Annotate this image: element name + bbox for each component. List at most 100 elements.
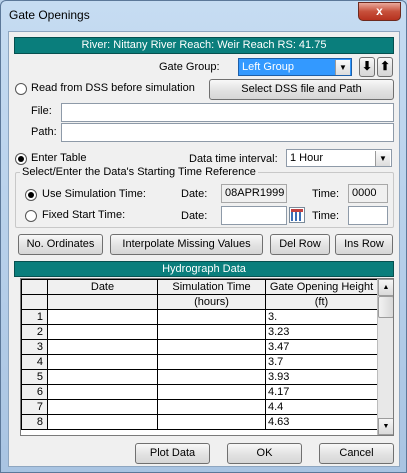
sim-time-cell[interactable] — [157, 414, 266, 430]
sim-date-label: Date: — [181, 188, 208, 200]
sim-time-cell[interactable] — [157, 384, 266, 400]
read-dss-radio[interactable] — [15, 83, 27, 95]
table-row[interactable]: 7 4.4 — [21, 399, 378, 415]
gate-group-value: Left Group — [242, 61, 294, 73]
read-dss-label: Read from DSS before simulation — [31, 82, 195, 94]
gate-height-cell[interactable]: 3.7 — [265, 354, 378, 370]
enter-table-label: Enter Table — [31, 152, 87, 164]
del-row-button[interactable]: Del Row — [270, 234, 330, 255]
row-number-cell: 2 — [21, 324, 48, 340]
file-label: File: — [31, 105, 52, 117]
close-button[interactable]: x — [358, 2, 401, 21]
location-header: River: Nittany River Reach: Weir Reach R… — [14, 37, 394, 54]
cancel-button[interactable]: Cancel — [319, 443, 394, 464]
select-dss-button[interactable]: Select DSS file and Path — [209, 79, 394, 100]
table-row[interactable]: 1 3. — [21, 309, 378, 325]
date-cell[interactable] — [47, 369, 158, 385]
column-header-date[interactable]: Date — [47, 279, 158, 295]
gate-height-cell[interactable]: 4.63 — [265, 414, 378, 430]
hydrograph-table: Date Simulation Time Gate Opening Height… — [21, 279, 378, 430]
scroll-up-icon: ▲ — [382, 284, 390, 291]
table-row[interactable]: 6 4.17 — [21, 384, 378, 400]
sim-date-field: 08APR1999 — [221, 184, 287, 203]
fixed-start-radio[interactable] — [25, 210, 37, 222]
table-row[interactable]: 2 3.23 — [21, 324, 378, 340]
column-header-sim-time[interactable]: Simulation Time — [157, 279, 266, 295]
enter-table-radio[interactable] — [15, 153, 27, 165]
time-reference-legend: Select/Enter the Data's Starting Time Re… — [22, 166, 256, 178]
use-sim-time-radio[interactable] — [25, 189, 37, 201]
chevron-down-icon[interactable]: ▼ — [375, 151, 390, 166]
cancel-label: Cancel — [339, 447, 374, 459]
fixed-time-label: Time: — [312, 210, 340, 222]
date-cell[interactable] — [47, 384, 158, 400]
row-number-cell: 4 — [21, 354, 48, 370]
gate-height-cell[interactable]: 4.17 — [265, 384, 378, 400]
ins-row-button[interactable]: Ins Row — [335, 234, 393, 255]
corner-cell — [21, 294, 48, 310]
sim-time-cell[interactable] — [157, 339, 266, 355]
date-cell[interactable] — [47, 399, 158, 415]
row-number-cell: 1 — [21, 309, 48, 325]
gate-height-cell[interactable]: 3.47 — [265, 339, 378, 355]
date-cell[interactable] — [47, 354, 158, 370]
ok-button[interactable]: OK — [227, 443, 302, 464]
fixed-start-label: Fixed Start Time: — [42, 209, 126, 221]
calendar-button[interactable] — [289, 207, 305, 223]
sim-time-cell[interactable] — [157, 324, 266, 340]
interpolate-button[interactable]: Interpolate Missing Values — [110, 234, 263, 255]
close-icon: x — [376, 4, 383, 18]
row-number-cell: 5 — [21, 369, 48, 385]
file-input[interactable] — [61, 103, 394, 122]
unit-row: (hours) (ft) — [21, 294, 378, 310]
table-scrollbar[interactable]: ▲ ▼ — [377, 279, 393, 435]
sim-time-cell[interactable] — [157, 354, 266, 370]
interpolate-label: Interpolate Missing Values — [122, 238, 251, 250]
unit-gate-height: (ft) — [265, 294, 378, 310]
sim-time-cell[interactable] — [157, 399, 266, 415]
table-row[interactable]: 3 3.47 — [21, 339, 378, 355]
move-down-button[interactable]: ⬇ — [359, 57, 375, 77]
move-up-button[interactable]: ⬆ — [377, 57, 393, 77]
title-bar: Gate Openings x — [1, 1, 406, 31]
table-row[interactable]: 8 4.63 — [21, 414, 378, 430]
scroll-up-button[interactable]: ▲ — [378, 279, 393, 296]
header-row: Date Simulation Time Gate Opening Height — [21, 279, 378, 295]
sim-time-cell[interactable] — [157, 369, 266, 385]
table-row[interactable]: 5 3.93 — [21, 369, 378, 385]
corner-cell — [21, 279, 48, 295]
gate-group-label: Gate Group: — [159, 61, 220, 73]
column-header-gate-height[interactable]: Gate Opening Height — [265, 279, 378, 295]
gate-openings-window: Gate Openings x River: Nittany River Rea… — [0, 0, 407, 473]
date-cell[interactable] — [47, 309, 158, 325]
gate-height-cell[interactable]: 4.4 — [265, 399, 378, 415]
interval-value: 1 Hour — [290, 152, 324, 164]
table-row[interactable]: 4 3.7 — [21, 354, 378, 370]
gate-group-select[interactable]: Left Group ▼ — [238, 58, 352, 76]
gate-height-cell[interactable]: 3. — [265, 309, 378, 325]
path-input[interactable] — [61, 123, 394, 142]
row-number-cell: 8 — [21, 414, 48, 430]
row-number-cell: 6 — [21, 384, 48, 400]
date-cell[interactable] — [47, 324, 158, 340]
scroll-thumb[interactable] — [378, 296, 393, 318]
calendar-icon — [291, 209, 303, 221]
interval-label: Data time interval: — [189, 153, 278, 165]
sim-time-label: Time: — [312, 188, 340, 200]
fixed-date-input[interactable] — [221, 206, 287, 225]
no-ordinates-label: No. Ordinates — [26, 238, 95, 250]
scroll-down-button[interactable]: ▼ — [378, 418, 393, 435]
gate-height-cell[interactable]: 3.23 — [265, 324, 378, 340]
plot-data-button[interactable]: Plot Data — [135, 443, 210, 464]
gate-height-cell[interactable]: 3.93 — [265, 369, 378, 385]
fixed-time-input[interactable] — [348, 206, 388, 225]
del-row-label: Del Row — [279, 238, 321, 250]
interval-select[interactable]: 1 Hour ▼ — [286, 149, 392, 167]
date-cell[interactable] — [47, 339, 158, 355]
date-cell[interactable] — [47, 414, 158, 430]
chevron-down-icon[interactable]: ▼ — [335, 60, 350, 75]
row-number-cell: 7 — [21, 399, 48, 415]
sim-time-cell[interactable] — [157, 309, 266, 325]
sim-time-field: 0000 — [348, 184, 388, 203]
no-ordinates-button[interactable]: No. Ordinates — [18, 234, 103, 255]
